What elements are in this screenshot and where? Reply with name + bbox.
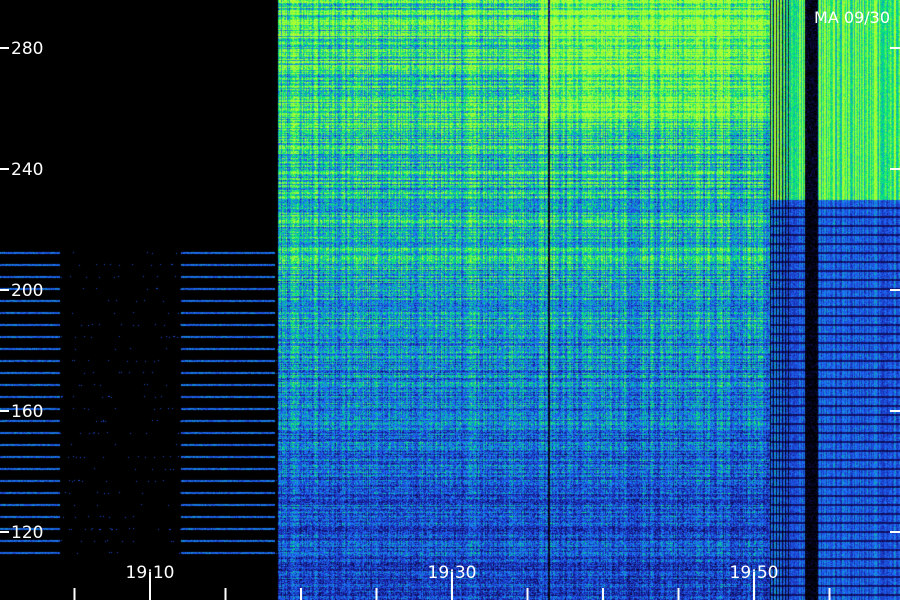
y-axis: 120 160 200 240 280	[0, 39, 900, 543]
x-tick-label: 19:30	[428, 563, 477, 583]
y-tick-label: 280	[11, 39, 43, 59]
x-axis: 19:10 19:30 19:50	[73, 563, 831, 600]
x-tick-label: 19:50	[730, 563, 779, 583]
y-tick-label: 240	[11, 160, 43, 180]
y-tick-label: 120	[11, 523, 43, 543]
x-tick-label: 19:10	[126, 563, 175, 583]
y-tick-label: 160	[11, 402, 43, 422]
axis-overlay: 120 160 200 240 280 19:10 19:30 19:50 MA 09/30	[0, 8, 900, 600]
y-tick-label: 200	[11, 281, 43, 301]
date-stamp: MA 09/30	[814, 8, 890, 27]
